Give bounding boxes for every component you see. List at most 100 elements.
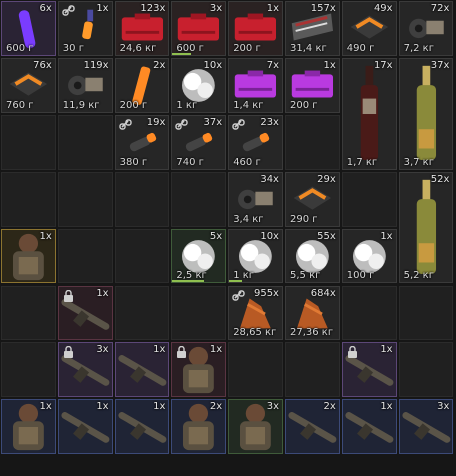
item-quantity: 1x [323,59,336,71]
item-quantity: 29x [317,173,336,185]
item-green-tape[interactable]: 119x 11,9 кг [57,57,113,113]
item-blue-grenade[interactable]: 23x 460 г [228,114,283,170]
item-quantity: 72x [430,3,450,14]
item-armor-blue-2[interactable]: 2x [171,399,227,455]
item-weight: 600 г [6,42,34,54]
item-orange-flare-stick[interactable]: 2x 200 г [114,57,170,113]
item-armor-blue[interactable]: 1x [1,399,56,455]
item-weight: 1,4 кг [233,99,264,111]
inventory-slot[interactable] [1,114,56,170]
item-weight: 5,5 кг [290,270,321,282]
item-orange-ore[interactable]: 955x 28,65 кг [228,285,283,341]
item-smoke-puff-3[interactable]: 10x 1 кг [228,228,283,284]
item-quantity: 10x [260,230,279,242]
inventory-slot[interactable] [1,171,56,227]
inventory-slot[interactable] [1,285,56,341]
item-quantity: 52x [430,173,450,185]
item-weight: 380 г [119,156,148,168]
item-weight: 1 кг [176,99,198,111]
item-armor-green[interactable]: 3x [228,399,283,455]
inventory-slot[interactable] [341,285,397,341]
item-weight: 460 г [233,156,261,168]
item-quantity: 17x [373,59,393,71]
item-quantity: 1x [153,344,166,356]
item-weight: 200 г [119,99,148,111]
item-rifle-blue-1[interactable]: 1x [57,399,113,455]
item-purple-case-2[interactable]: 1x 200 г [285,57,340,113]
item-quantity: 1x [96,3,109,14]
item-quantity: 1x [266,3,279,14]
item-quantity: 157x [310,3,336,14]
item-smoke-puff-2[interactable]: 5x 2,5 кг [171,228,227,284]
item-rifle-blue-4[interactable]: 1x [341,399,397,455]
item-green-toolbox[interactable]: 76x 760 г [1,57,56,113]
item-rifle-purple-locked[interactable]: 1x [341,342,397,398]
inventory-slot[interactable] [1,342,56,398]
inventory-slot[interactable] [57,114,113,170]
item-weight: 200 г [233,42,261,54]
item-orange-grenade[interactable]: 19x 380 г [114,114,170,170]
item-orange-toolbox[interactable]: 49x 490 г [341,1,397,56]
inventory-slot[interactable] [114,285,170,341]
item-green-grenade[interactable]: 37x 740 г [171,114,227,170]
item-rifle-blue-3[interactable]: 2x [285,399,340,455]
item-quantity: 19x [146,116,166,128]
item-wine-bottle[interactable]: 17x 1,7 кг [341,57,397,170]
item-orange-tape[interactable]: 72x 7,2 кг [398,1,454,56]
item-weight: 740 г [176,156,204,168]
durability-bar [172,52,191,55]
item-rifle-dark[interactable]: 1x [114,342,170,398]
inventory-slot[interactable] [171,285,227,341]
item-rifle-blue-5[interactable]: 3x [398,399,454,455]
item-smoke-puff[interactable]: 10x 1 кг [171,57,227,113]
item-purple-chemlight[interactable]: 6x 600 г [1,1,56,56]
item-orange-chemlight[interactable]: 1x 30 г [57,1,113,56]
item-red-case-2[interactable]: 3x 600 г [171,1,227,56]
item-weight: 100 г [346,270,375,282]
item-purple-case-1[interactable]: 7x 1,4 кг [228,57,283,113]
inventory-slot[interactable] [398,285,454,341]
item-champagne-bottle[interactable]: 37x 3,7 кг [398,57,454,170]
item-tan-tape-roll[interactable]: 34x 3,4 кг [228,171,283,227]
item-quantity: 119x [83,59,109,71]
item-champagne-gold-bottle[interactable]: 52x 5,2 кг [398,171,454,284]
inventory-slot[interactable] [228,342,283,398]
item-quantity: 37x [203,116,223,128]
item-weight: 30 г [62,42,84,54]
item-quantity: 3x [266,401,279,413]
inventory-slot[interactable] [114,171,170,227]
item-armor-locked[interactable]: 1x [171,342,227,398]
item-smoke-puff-5[interactable]: 1x 100 г [341,228,397,284]
inventory-slot[interactable] [57,228,113,284]
item-quantity: 1x [39,401,52,413]
item-quantity: 1x [96,287,109,299]
item-quantity: 1x [39,230,52,242]
inventory-slot[interactable] [171,171,227,227]
item-rifle-locked-2[interactable]: 3x [57,342,113,398]
inventory-slot[interactable] [285,342,340,398]
inventory-slot[interactable] [57,171,113,227]
item-quantity: 3x [96,344,109,356]
item-quantity: 55x [317,230,336,242]
item-quantity: 49x [373,3,393,14]
item-rifle-blue-2[interactable]: 1x [114,399,170,455]
inventory-slot[interactable] [341,171,397,227]
item-quantity: 1x [96,401,109,413]
item-weight: 760 г [6,99,34,111]
item-quantity: 2x [153,59,166,71]
item-rifle-locked-1[interactable]: 1x [57,285,113,341]
item-grey-ore[interactable]: 684x 27,36 кг [285,285,340,341]
item-armored-suit[interactable]: 1x [1,228,56,284]
item-smoke-puff-4[interactable]: 55x 5,5 кг [285,228,340,284]
item-dark-toolbox[interactable]: 29x 290 г [285,171,340,227]
item-quantity: 1x [209,344,223,356]
inventory-slot[interactable] [114,228,170,284]
item-weight: 5,2 кг [403,270,434,282]
item-grey-ammo-box[interactable]: 157x 31,4 кг [285,1,340,56]
inventory-slot[interactable] [398,342,454,398]
inventory-slot[interactable] [285,114,340,170]
item-red-case-3[interactable]: 1x 200 г [228,1,283,56]
item-quantity: 37x [430,59,450,71]
item-red-case-1[interactable]: 123x 24,6 кг [114,1,170,56]
item-weight: 3,7 кг [403,156,434,168]
